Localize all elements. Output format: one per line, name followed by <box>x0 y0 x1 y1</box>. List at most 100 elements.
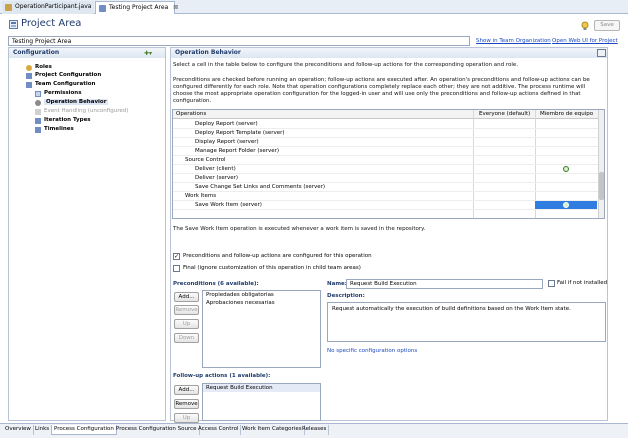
tab-releases[interactable]: Releases <box>300 425 330 435</box>
row-label: Deploy Report Template (server) <box>195 130 285 136</box>
iteration-icon <box>35 118 41 124</box>
tree-item-permissions[interactable]: Permissions <box>35 90 82 97</box>
table-row[interactable]: Save Change Set Links and Comments (serv… <box>173 183 600 192</box>
description-label: Description: <box>327 293 365 299</box>
tab-process-configuration[interactable]: Process Configuration <box>51 425 117 435</box>
table-row[interactable]: Deliver (client) <box>173 165 600 174</box>
tab-label: Testing Project Area <box>109 4 169 11</box>
configured-label: Preconditions and follow-up actions are … <box>183 253 372 259</box>
add-followup-button[interactable]: Add... <box>174 385 199 395</box>
final-checkbox[interactable] <box>173 265 180 272</box>
no-config-options-text: No specific configuration options <box>327 348 418 354</box>
tree-item-project-configuration[interactable]: Project Configuration <box>26 72 102 79</box>
config-icon <box>26 82 32 88</box>
row-label: Deliver (server) <box>195 175 239 181</box>
preconditions-title: Preconditions (6 available): <box>173 281 259 287</box>
permissions-icon <box>35 91 41 97</box>
row-label: Save Work Item (server) <box>195 202 262 208</box>
tab-operation-participant[interactable]: OperationParticipant.java <box>2 1 94 14</box>
save-button[interactable]: Save <box>594 20 620 31</box>
tab-links[interactable]: Links <box>33 425 53 435</box>
gear-icon <box>35 100 41 106</box>
tab-overview[interactable]: Overview <box>3 425 34 435</box>
tree-item-timelines[interactable]: Timelines <box>35 126 74 133</box>
list-item[interactable]: Request Build Execution <box>203 384 320 392</box>
add-config-icon[interactable]: ✚▾ <box>144 50 152 57</box>
configured-icon[interactable] <box>563 202 569 208</box>
operation-behavior-title: Operation Behavior <box>175 49 241 56</box>
tab-process-configuration-source[interactable]: Process Configuration Source <box>114 425 200 435</box>
row-label: Save Change Set Links and Comments (serv… <box>195 184 326 190</box>
explanation-text: Preconditions are checked before running… <box>173 77 590 104</box>
layout-icon[interactable] <box>597 49 606 57</box>
row-label: Deploy Report (server) <box>195 121 258 127</box>
tab-label: OperationParticipant.java <box>15 3 92 10</box>
configuration-header: Configuration <box>9 48 165 58</box>
name-label: Name: <box>327 281 347 287</box>
tree-item-label: Timelines <box>44 126 74 132</box>
tree-item-label: Iteration Types <box>44 117 91 123</box>
final-label: Final (ignore customization of this oper… <box>183 265 361 271</box>
tree-item-roles[interactable]: Roles <box>26 64 52 71</box>
table-header: Operations Everyone (default) Miembro de… <box>173 110 604 119</box>
tab-work-item-categories[interactable]: Work Item Categories <box>240 425 305 435</box>
remove-followup-button[interactable]: Remove <box>174 399 199 409</box>
row-label: Work Items <box>185 193 217 199</box>
project-name-field[interactable]: Testing Project Area <box>8 36 470 46</box>
fail-if-not-installed-checkbox[interactable] <box>548 280 555 287</box>
description-field[interactable]: Request automatically the execution of b… <box>327 302 606 342</box>
tree-item-label: Operation Behavior <box>46 99 107 105</box>
add-precondition-button[interactable]: Add... <box>174 292 199 302</box>
configured-checkbox[interactable]: ✓ <box>173 253 180 260</box>
name-field[interactable]: Request Build Execution <box>346 279 543 289</box>
tab-testing-project-area[interactable]: Testing Project Area ⊠ <box>95 1 178 14</box>
table-row[interactable]: Manage Report Folder (server) <box>173 147 600 156</box>
table-row[interactable]: Source Control <box>173 156 600 165</box>
table-row[interactable]: Deploy Report Template (server) <box>173 129 600 138</box>
row-label: Display Report (server) <box>195 139 259 145</box>
show-in-team-org-link[interactable]: Show in Team Organization <box>476 38 551 44</box>
lightbulb-icon <box>580 21 590 31</box>
table-row[interactable]: Work Items <box>173 192 600 201</box>
table-row[interactable]: Deploy Report (server) <box>173 120 600 129</box>
tree-item-label: Project Configuration <box>35 72 102 78</box>
tree-item-event-handling[interactable]: Event Handling (unconfigured) <box>35 108 129 115</box>
timeline-icon <box>35 127 41 133</box>
remove-precondition-button[interactable]: Remove <box>174 305 199 315</box>
java-file-icon <box>5 4 12 11</box>
operation-behavior-header: Operation Behavior <box>171 48 607 58</box>
roles-icon <box>26 65 32 71</box>
followup-title: Follow-up actions (1 available): <box>173 373 271 379</box>
column-miembro: Miembro de equipo <box>540 111 594 117</box>
tree-item-label: Roles <box>35 64 52 70</box>
column-everyone: Everyone (default) <box>479 111 531 117</box>
tree-item-team-configuration[interactable]: Team Configuration <box>26 81 95 88</box>
configured-icon[interactable] <box>563 166 569 172</box>
intro-text: Select a cell in the table below to conf… <box>173 62 519 68</box>
row-label: Manage Report Folder (server) <box>195 148 280 154</box>
fail-if-not-installed-label: Fail if not installed <box>557 280 608 286</box>
tree-item-label: Permissions <box>44 90 82 96</box>
tab-access-control[interactable]: Access Control <box>196 425 242 435</box>
tree-item-iteration-types[interactable]: Iteration Types <box>35 117 91 124</box>
tree-item-operation-behavior[interactable]: Operation Behavior <box>35 99 109 106</box>
list-item[interactable]: Propiedades obligatorias <box>203 291 320 299</box>
row-label: Deliver (client) <box>195 166 236 172</box>
operation-summary: The Save Work Item operation is executed… <box>173 226 426 232</box>
preconditions-list[interactable]: Propiedades obligatorias Aprobaciones ne… <box>202 290 321 368</box>
list-item[interactable]: Aprobaciones necesarias <box>203 299 320 307</box>
table-row[interactable]: Deliver (server) <box>173 174 600 183</box>
table-row[interactable]: Save Work Item (server) <box>173 201 600 210</box>
followup-list[interactable]: Request Build Execution <box>202 383 321 421</box>
tree-item-label: Event Handling (unconfigured) <box>44 108 129 114</box>
table-row[interactable]: Display Report (server) <box>173 138 600 147</box>
up-precondition-button[interactable]: Up <box>174 319 199 329</box>
operations-table: Operations Everyone (default) Miembro de… <box>172 109 605 219</box>
close-icon[interactable]: ⊠ <box>173 4 178 11</box>
table-scrollbar[interactable] <box>598 110 604 218</box>
up-followup-button[interactable]: Up <box>174 413 199 423</box>
column-operations: Operations <box>176 111 207 117</box>
open-web-ui-link[interactable]: Open Web UI for Project <box>552 38 618 44</box>
project-area-icon <box>9 20 18 29</box>
down-precondition-button[interactable]: Down <box>174 333 199 343</box>
